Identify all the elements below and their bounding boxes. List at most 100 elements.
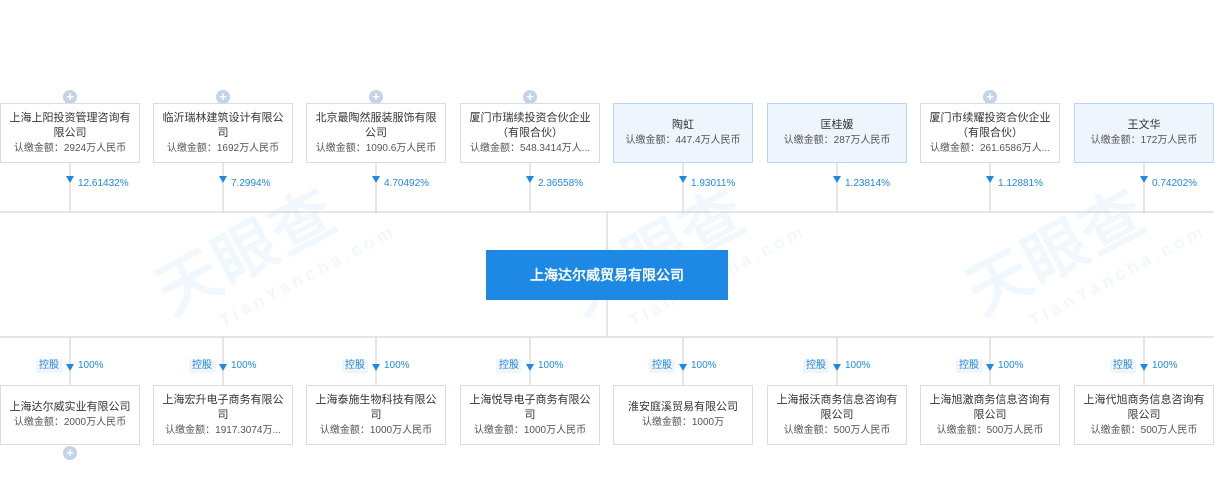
shareholder-node[interactable]: 匡桂媛 认缴金额：287万人民币: [767, 103, 907, 163]
subsidiary-percent: 100%: [998, 360, 1024, 371]
watermark-main: 天眼查: [955, 177, 1158, 329]
arrow-down-icon: [679, 364, 687, 371]
holding-badge: 控股: [36, 359, 62, 373]
watermark: 天眼查 TianYancha.com: [948, 141, 1210, 351]
arrow-down-icon: [526, 176, 534, 183]
subsidiary-node[interactable]: 上海代旭商务信息咨询有限公司 认缴金额：500万人民币: [1074, 385, 1214, 445]
arrow-down-icon: [679, 176, 687, 183]
subsidiary-amount: 认缴金额：1000万人民币: [473, 424, 587, 436]
holding-badge: 控股: [649, 359, 675, 373]
shareholder-node[interactable]: 厦门市瑞续投资合伙企业（有限合伙） 认缴金额：548.3414万人...: [460, 103, 600, 163]
watermark-sub: TianYancha.com: [215, 220, 400, 331]
watermark-main: 天眼查: [548, 141, 800, 332]
subsidiary-node[interactable]: 上海泰施生物科技有限公司 认缴金额：1000万人民币: [306, 385, 446, 445]
subsidiary-node[interactable]: 上海悦导电子商务有限公司 认缴金额：1000万人民币: [460, 385, 600, 445]
shareholder-name: 厦门市续耀投资合伙企业（有限合伙）: [929, 111, 1051, 139]
arrow-down-icon: [219, 176, 227, 183]
shareholder-name: 临沂瑞林建筑设计有限公司: [162, 111, 284, 139]
shareholder-node[interactable]: 陶虹 认缴金额：447.4万人民币: [613, 103, 753, 163]
expand-plus-icon[interactable]: +: [63, 90, 77, 104]
shareholder-node[interactable]: 上海上阳投资管理咨询有限公司 认缴金额：2924万人民币: [0, 103, 140, 163]
shareholder-percent: 7.2994%: [231, 178, 271, 189]
shareholder-name: 陶虹: [672, 119, 694, 131]
subsidiary-amount: 认缴金额：500万人民币: [936, 424, 1044, 436]
watermark-main: 天眼查: [145, 177, 348, 329]
subsidiary-amount: 认缴金额：1000万人民币: [319, 424, 433, 436]
subsidiary-node[interactable]: 上海报沃商务信息咨询有限公司 认缴金额：500万人民币: [767, 385, 907, 445]
subsidiary-name: 淮安庭溪贸易有限公司: [628, 401, 738, 413]
arrow-down-icon: [986, 176, 994, 183]
subsidiary-percent: 100%: [384, 360, 410, 371]
shareholder-percent: 12.61432%: [78, 178, 129, 189]
holding-badge: 控股: [189, 359, 215, 373]
shareholder-percent: 1.12881%: [998, 178, 1044, 189]
expand-plus-icon[interactable]: +: [369, 90, 383, 104]
arrow-down-icon: [372, 364, 380, 371]
subsidiary-amount: 认缴金额：1000万: [641, 417, 725, 428]
subsidiary-node[interactable]: 上海宏升电子商务有限公司 认缴金额：1917.3074万...: [153, 385, 293, 445]
subsidiary-name: 上海达尔威实业有限公司: [9, 401, 131, 413]
shareholder-name: 王文华: [1127, 119, 1161, 131]
shareholder-node[interactable]: 王文华 认缴金额：172万人民币: [1074, 103, 1214, 163]
shareholder-percent: 2.36558%: [538, 178, 584, 189]
subsidiary-node[interactable]: 上海旭激商务信息咨询有限公司 认缴金额：500万人民币: [920, 385, 1060, 445]
arrow-down-icon: [1140, 176, 1148, 183]
watermark-sub: TianYancha.com: [1025, 220, 1210, 331]
watermark: 天眼查 TianYancha.com: [138, 141, 400, 351]
holding-badge: 控股: [803, 359, 829, 373]
subsidiary-name: 上海泰施生物科技有限公司: [315, 393, 437, 421]
shareholder-name: 北京最陶然服装服饰有限公司: [315, 111, 437, 139]
expand-plus-icon[interactable]: +: [983, 90, 997, 104]
shareholder-amount: 认缴金额：287万人民币: [783, 135, 891, 146]
holding-badge: 控股: [496, 359, 522, 373]
subsidiary-percent: 100%: [691, 360, 717, 371]
arrow-down-icon: [66, 364, 74, 371]
shareholder-node[interactable]: 北京最陶然服装服饰有限公司 认缴金额：1090.6万人民币: [306, 103, 446, 163]
expand-plus-icon[interactable]: +: [216, 90, 230, 104]
shareholder-name: 上海上阳投资管理咨询有限公司: [9, 111, 131, 139]
subsidiary-name: 上海代旭商务信息咨询有限公司: [1083, 393, 1205, 421]
center-company-node[interactable]: 上海达尔威贸易有限公司: [486, 250, 728, 300]
subsidiary-amount: 认缴金额：1917.3074万...: [165, 424, 281, 436]
subsidiary-name: 上海旭激商务信息咨询有限公司: [929, 393, 1051, 421]
arrow-down-icon: [833, 176, 841, 183]
holding-badge: 控股: [956, 359, 982, 373]
subsidiary-percent: 100%: [845, 360, 871, 371]
shareholder-amount: 认缴金额：1090.6万人民币: [315, 142, 437, 154]
subsidiary-percent: 100%: [538, 360, 564, 371]
subsidiary-node[interactable]: 上海达尔威实业有限公司 认缴金额：2000万人民币: [0, 385, 140, 445]
shareholder-name: 匡桂媛: [820, 119, 854, 131]
holding-badge: 控股: [342, 359, 368, 373]
subsidiary-node[interactable]: 淮安庭溪贸易有限公司 认缴金额：1000万: [613, 385, 753, 445]
arrow-down-icon: [1140, 364, 1148, 371]
shareholder-node[interactable]: 厦门市续耀投资合伙企业（有限合伙） 认缴金额：261.6586万人...: [920, 103, 1060, 163]
shareholder-name: 厦门市瑞续投资合伙企业（有限合伙）: [469, 111, 591, 139]
expand-plus-icon[interactable]: +: [523, 90, 537, 104]
shareholder-amount: 认缴金额：1692万人民币: [166, 142, 280, 154]
shareholder-percent: 0.74202%: [1152, 178, 1198, 189]
holding-badge: 控股: [1110, 359, 1136, 373]
arrow-down-icon: [66, 176, 74, 183]
arrow-down-icon: [219, 364, 227, 371]
shareholder-amount: 认缴金额：548.3414万人...: [469, 142, 591, 154]
shareholder-node[interactable]: 临沂瑞林建筑设计有限公司 认缴金额：1692万人民币: [153, 103, 293, 163]
shareholder-percent: 1.93011%: [691, 178, 736, 189]
watermark: 天眼查 TianYancha.com: [548, 141, 810, 351]
subsidiary-amount: 认缴金额：500万人民币: [783, 424, 891, 436]
arrow-down-icon: [526, 364, 534, 371]
shareholder-amount: 认缴金额：2924万人民币: [13, 142, 127, 154]
shareholder-percent: 4.70492%: [384, 178, 430, 189]
shareholder-amount: 认缴金额：261.6586万人...: [929, 142, 1051, 154]
subsidiary-name: 上海悦导电子商务有限公司: [469, 393, 591, 421]
subsidiary-amount: 认缴金额：2000万人民币: [13, 417, 127, 428]
subsidiary-amount: 认缴金额：500万人民币: [1090, 424, 1198, 436]
shareholder-amount: 认缴金额：172万人民币: [1090, 135, 1198, 146]
shareholder-percent: 1.23814%: [845, 178, 891, 189]
subsidiary-name: 上海报沃商务信息咨询有限公司: [776, 393, 898, 421]
arrow-down-icon: [986, 364, 994, 371]
subsidiary-percent: 100%: [231, 360, 257, 371]
expand-plus-icon[interactable]: +: [63, 446, 77, 460]
shareholder-amount: 认缴金额：447.4万人民币: [625, 135, 741, 146]
subsidiary-name: 上海宏升电子商务有限公司: [162, 393, 284, 421]
subsidiary-percent: 100%: [78, 360, 104, 371]
